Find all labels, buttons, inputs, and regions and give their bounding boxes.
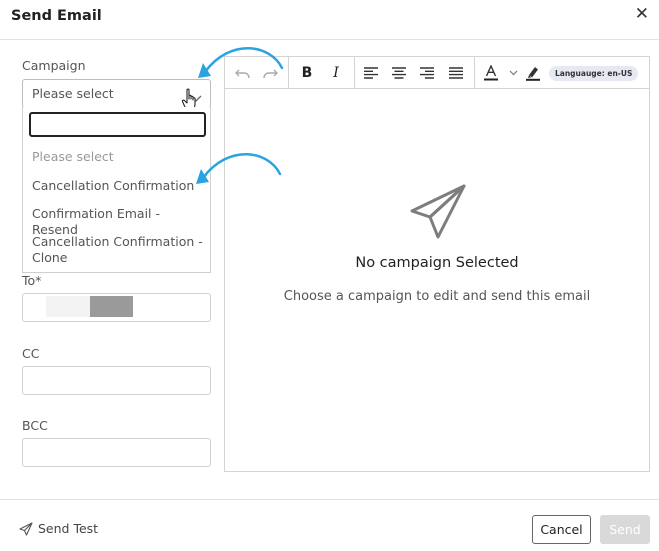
language-badge[interactable]: Languauge: en-US bbox=[549, 66, 639, 81]
paper-plane-icon bbox=[19, 521, 33, 536]
dropdown-option[interactable]: Cancellation Confirmation bbox=[32, 178, 204, 194]
align-justify-icon[interactable] bbox=[446, 63, 466, 83]
bold-icon[interactable]: B bbox=[297, 63, 317, 83]
email-editor: B I Languauge: en-US No campaign Selecte… bbox=[224, 56, 650, 472]
dropdown-option[interactable]: Cancellation Confirmation - Clone bbox=[32, 234, 204, 266]
annotation-arrow bbox=[196, 153, 282, 184]
chevron-down-icon[interactable] bbox=[506, 63, 520, 83]
align-left-icon[interactable] bbox=[361, 63, 381, 83]
send-test-label: Send Test bbox=[38, 521, 99, 536]
bcc-label: BCC bbox=[22, 418, 48, 433]
empty-state-subtitle: Choose a campaign to edit and send this … bbox=[283, 289, 591, 304]
dialog-header: Send Email ✕ bbox=[0, 0, 659, 40]
dialog-footer: Send Test Cancel Send bbox=[0, 499, 659, 551]
bcc-field[interactable] bbox=[22, 438, 211, 467]
send-button[interactable]: Send bbox=[600, 515, 650, 544]
paper-plane-icon bbox=[410, 184, 466, 239]
align-center-icon[interactable] bbox=[389, 63, 409, 83]
campaign-label: Campaign bbox=[22, 58, 86, 73]
redacted-block bbox=[90, 296, 133, 317]
highlight-icon[interactable] bbox=[524, 63, 542, 83]
redacted-block bbox=[46, 296, 90, 317]
annotation-arrow bbox=[198, 47, 284, 78]
campaign-select-value: Please select bbox=[32, 86, 114, 101]
empty-state-title: No campaign Selected bbox=[355, 255, 519, 271]
text-color-icon[interactable] bbox=[482, 63, 500, 83]
cc-field[interactable] bbox=[22, 366, 211, 395]
dropdown-search-input[interactable] bbox=[29, 112, 206, 137]
dialog-title: Send Email bbox=[11, 8, 102, 24]
send-test-button[interactable]: Send Test bbox=[19, 521, 98, 536]
to-label: To* bbox=[22, 273, 42, 288]
align-right-icon[interactable] bbox=[417, 63, 437, 83]
cancel-button[interactable]: Cancel bbox=[532, 515, 591, 544]
campaign-dropdown-list: Please select Cancellation Confirmation … bbox=[22, 107, 211, 273]
dropdown-option[interactable]: Please select bbox=[32, 149, 204, 165]
italic-icon[interactable]: I bbox=[326, 63, 346, 83]
close-icon[interactable]: ✕ bbox=[635, 6, 649, 23]
cc-label: CC bbox=[22, 346, 40, 361]
